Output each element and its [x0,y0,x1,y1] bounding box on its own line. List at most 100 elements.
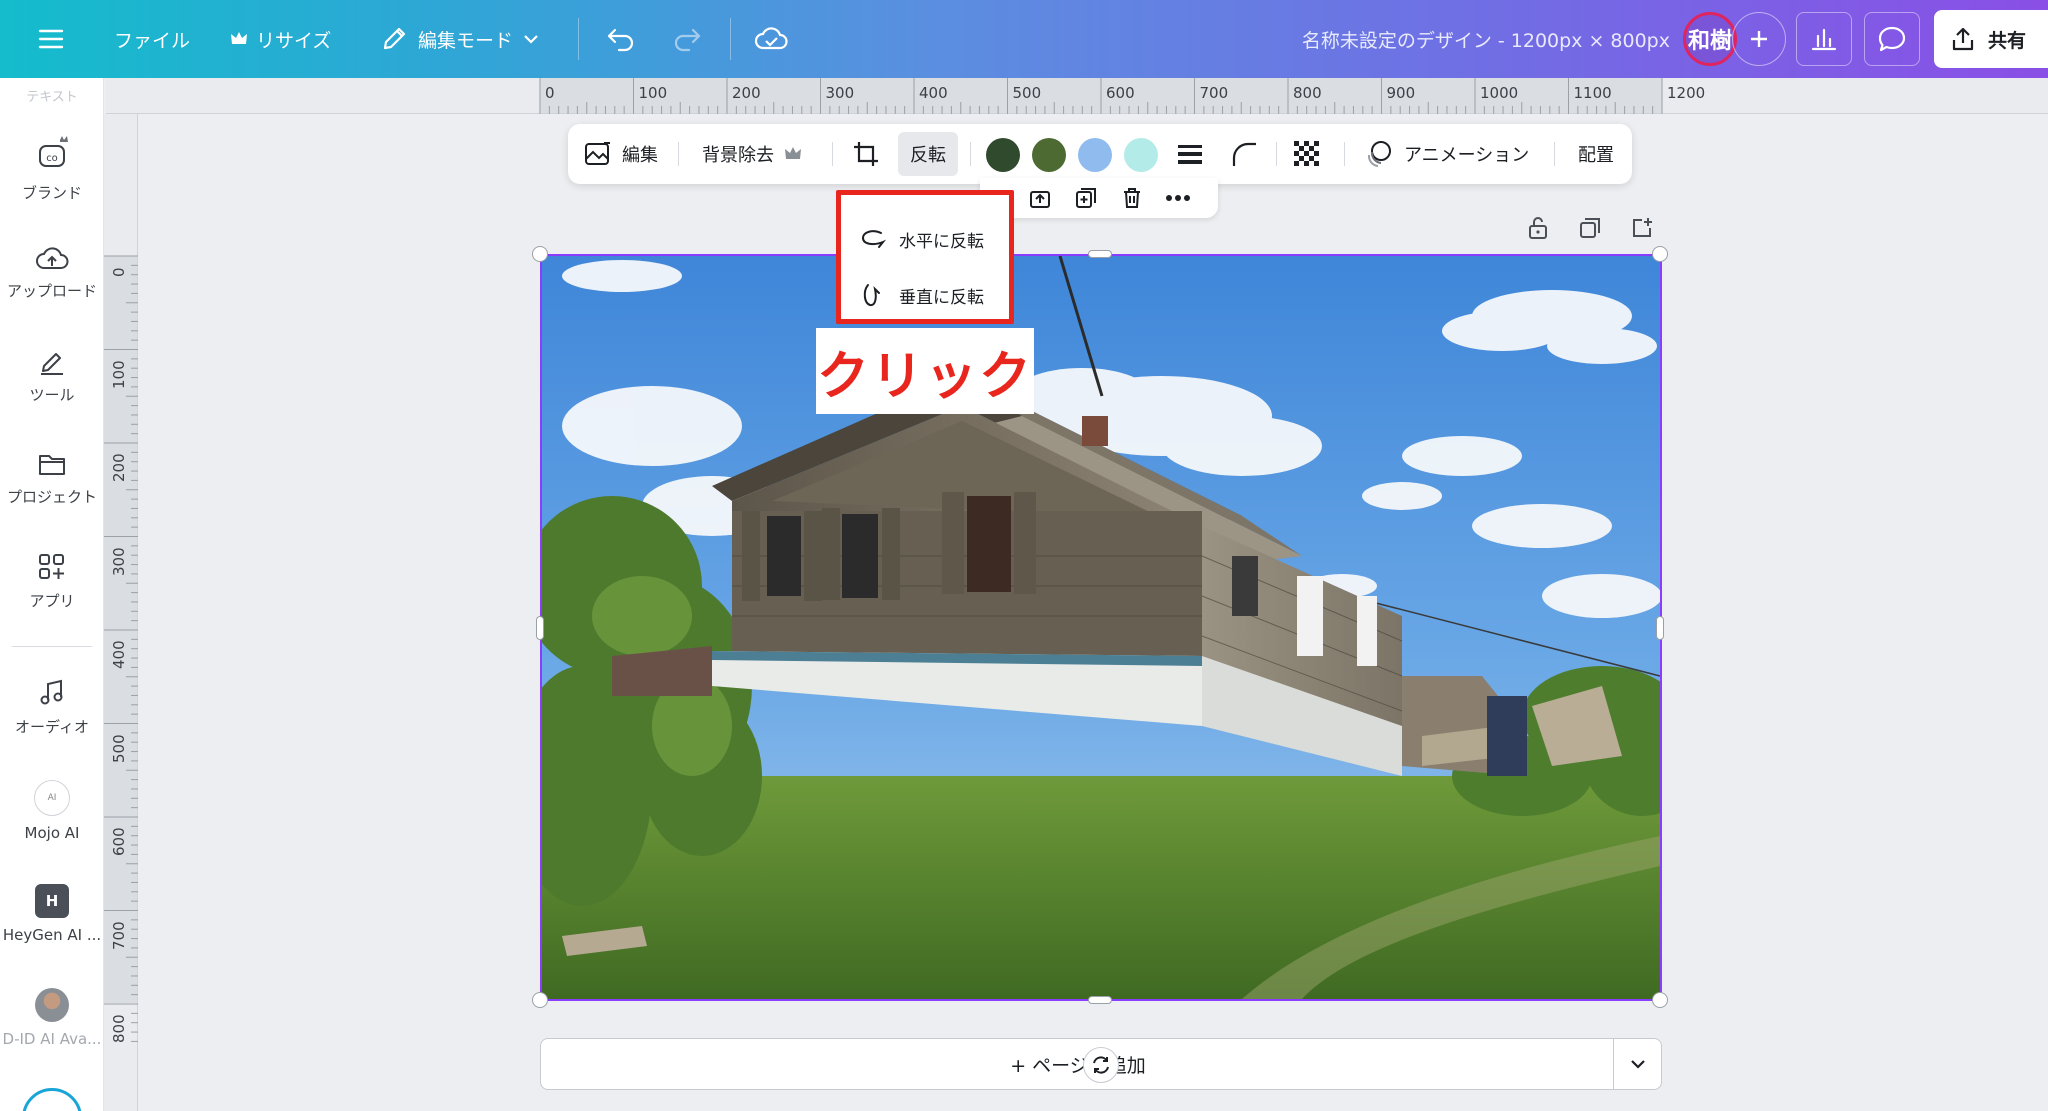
transparency-button[interactable] [1292,124,1322,184]
undo-button[interactable] [606,0,636,78]
add-collaborator-button[interactable] [1732,12,1786,66]
resize-handle-top-left[interactable] [532,246,548,262]
left-sidebar: テキスト co ブランド アップロード ツール プロジェクト アプリ オーディオ… [0,78,104,1111]
user-avatar[interactable]: 和樹 [1683,12,1737,66]
add-page-quick-button[interactable] [1628,214,1656,242]
undo-icon [607,28,634,52]
duplicate-quick-button[interactable] [1072,184,1100,212]
toolbar-divider [970,142,971,166]
more-options-button[interactable] [1164,184,1192,212]
resize-handle-top-right[interactable] [1652,246,1668,262]
rotate-arrows-icon [1093,1056,1109,1074]
resize-handle-bottom-right[interactable] [1652,992,1668,1008]
edit-image-button[interactable]: 編集 [584,124,658,184]
resize-handle-left[interactable] [536,616,544,640]
corner-radius-icon [1232,142,1256,166]
ai-magic-button[interactable] [1026,184,1054,212]
design-title[interactable]: 名称未設定のデザイン - 1200px × 800px [1302,0,1670,78]
resize-button[interactable]: リサイズ [230,0,331,78]
sidebar-item-audio[interactable]: オーディオ [0,678,104,737]
rotate-handle[interactable] [1083,1047,1119,1083]
flip-label: 反転 [910,145,946,166]
element-quick-actions [980,178,1218,218]
copy-icon [1580,218,1600,238]
flip-vertical-icon [863,284,880,307]
sidebar-item-projects[interactable]: プロジェクト [0,450,104,507]
ruler-label: 1200 [1667,84,1706,102]
horizontal-ruler: 0 100 200 300 400 500 600 700 800 900 1000 1100 1200 [106,78,2048,114]
plus-icon [1751,31,1767,47]
ruler-label: 900 [1386,84,1416,102]
ruler-label: 800 [110,1014,128,1043]
line-weight-icon [1178,145,1202,164]
selected-image-frame[interactable] [540,254,1662,1001]
insights-button[interactable] [1796,12,1852,66]
comments-button[interactable] [1864,12,1920,66]
edit-image-label: 編集 [622,145,658,166]
position-button[interactable]: 配置 [1578,124,1614,184]
resize-label: リサイズ [256,29,332,52]
flip-horizontal-label: 水平に反転 [899,231,984,252]
ruler-ticks [539,78,1663,114]
image-edit-icon [585,142,610,165]
toolbar-divider [730,18,731,60]
comment-icon [1878,26,1906,52]
sidebar-item-tools[interactable]: ツール [0,346,104,405]
color-swatch-sky-blue[interactable] [1078,138,1112,172]
flip-horizontal-option[interactable]: 水平に反転 [859,219,984,259]
duplicate-page-button[interactable] [1576,214,1604,242]
lock-button[interactable] [1524,214,1552,242]
sidebar-item-label: D-ID AI Ava... [2,1030,102,1048]
duplicate-plus-icon [1076,188,1096,208]
resize-handle-bottom-left[interactable] [532,992,548,1008]
color-swatch-aqua[interactable] [1124,138,1158,172]
file-menu[interactable]: ファイル [114,0,190,78]
top-bar: ファイル リサイズ 編集モード 名称未設定のデザイン - 1200px × 80… [0,0,2048,78]
bar-chart-icon [1811,28,1837,51]
cloud-save-status[interactable] [754,0,788,78]
sidebar-item-apps[interactable]: アプリ [0,552,104,611]
music-note-icon [40,679,63,705]
animation-circles-icon [1367,141,1391,167]
border-style-button[interactable] [1176,124,1204,184]
ruler-label: 700 [110,920,128,950]
sidebar-item-brand[interactable]: co ブランド [0,134,104,203]
toolbar-divider [1276,142,1277,166]
bg-remove-button[interactable]: 背景除去 [702,124,802,184]
share-button[interactable]: 共有 [1934,10,2048,68]
magic-button[interactable] [22,1088,82,1111]
redo-icon [674,28,701,52]
resize-handle-right[interactable] [1656,616,1664,640]
add-page-options-button[interactable] [1613,1039,1661,1089]
chevron-down-icon [1630,1060,1645,1069]
sidebar-item-text-faded[interactable]: テキスト [0,86,104,105]
sidebar-item-uploads[interactable]: アップロード [0,244,104,301]
redo-button[interactable] [672,0,702,78]
d-id-avatar-icon [35,988,69,1022]
sidebar-item-mojo-ai[interactable]: AI Mojo AI [0,780,104,842]
vertical-ruler: 0 100 200 300 400 500 600 700 800 [104,114,138,1111]
resize-handle-bottom[interactable] [1088,996,1112,1004]
add-page-button[interactable]: + ページを追加 [541,1039,1615,1089]
cloud-upload-icon [36,247,69,269]
menu-button[interactable] [38,0,64,78]
flip-vertical-option[interactable]: 垂直に反転 [859,275,984,315]
mojo-ai-logo-icon: AI [34,780,70,816]
toolbar-divider [1554,142,1555,166]
color-swatch-olive-green[interactable] [1032,138,1066,172]
resize-handle-top[interactable] [1088,250,1112,258]
bg-remove-label: 背景除去 [702,145,774,166]
sidebar-item-heygen-ai[interactable]: H HeyGen AI ... [0,884,104,944]
house-photo[interactable] [542,256,1660,999]
edit-mode-dropdown[interactable]: 編集モード [380,0,539,78]
click-annotation: クリック [816,328,1034,414]
heygen-logo-icon: H [35,884,69,918]
crop-button[interactable] [852,124,880,184]
delete-quick-button[interactable] [1118,184,1146,212]
corner-rounding-button[interactable] [1230,124,1258,184]
sidebar-item-d-id-ai[interactable]: D-ID AI Ava... [0,988,104,1048]
crown-icon [231,32,247,44]
color-swatch-dark-green[interactable] [986,138,1020,172]
flip-button[interactable]: 反転 [898,132,958,176]
animation-button[interactable]: アニメーション [1364,124,1529,184]
